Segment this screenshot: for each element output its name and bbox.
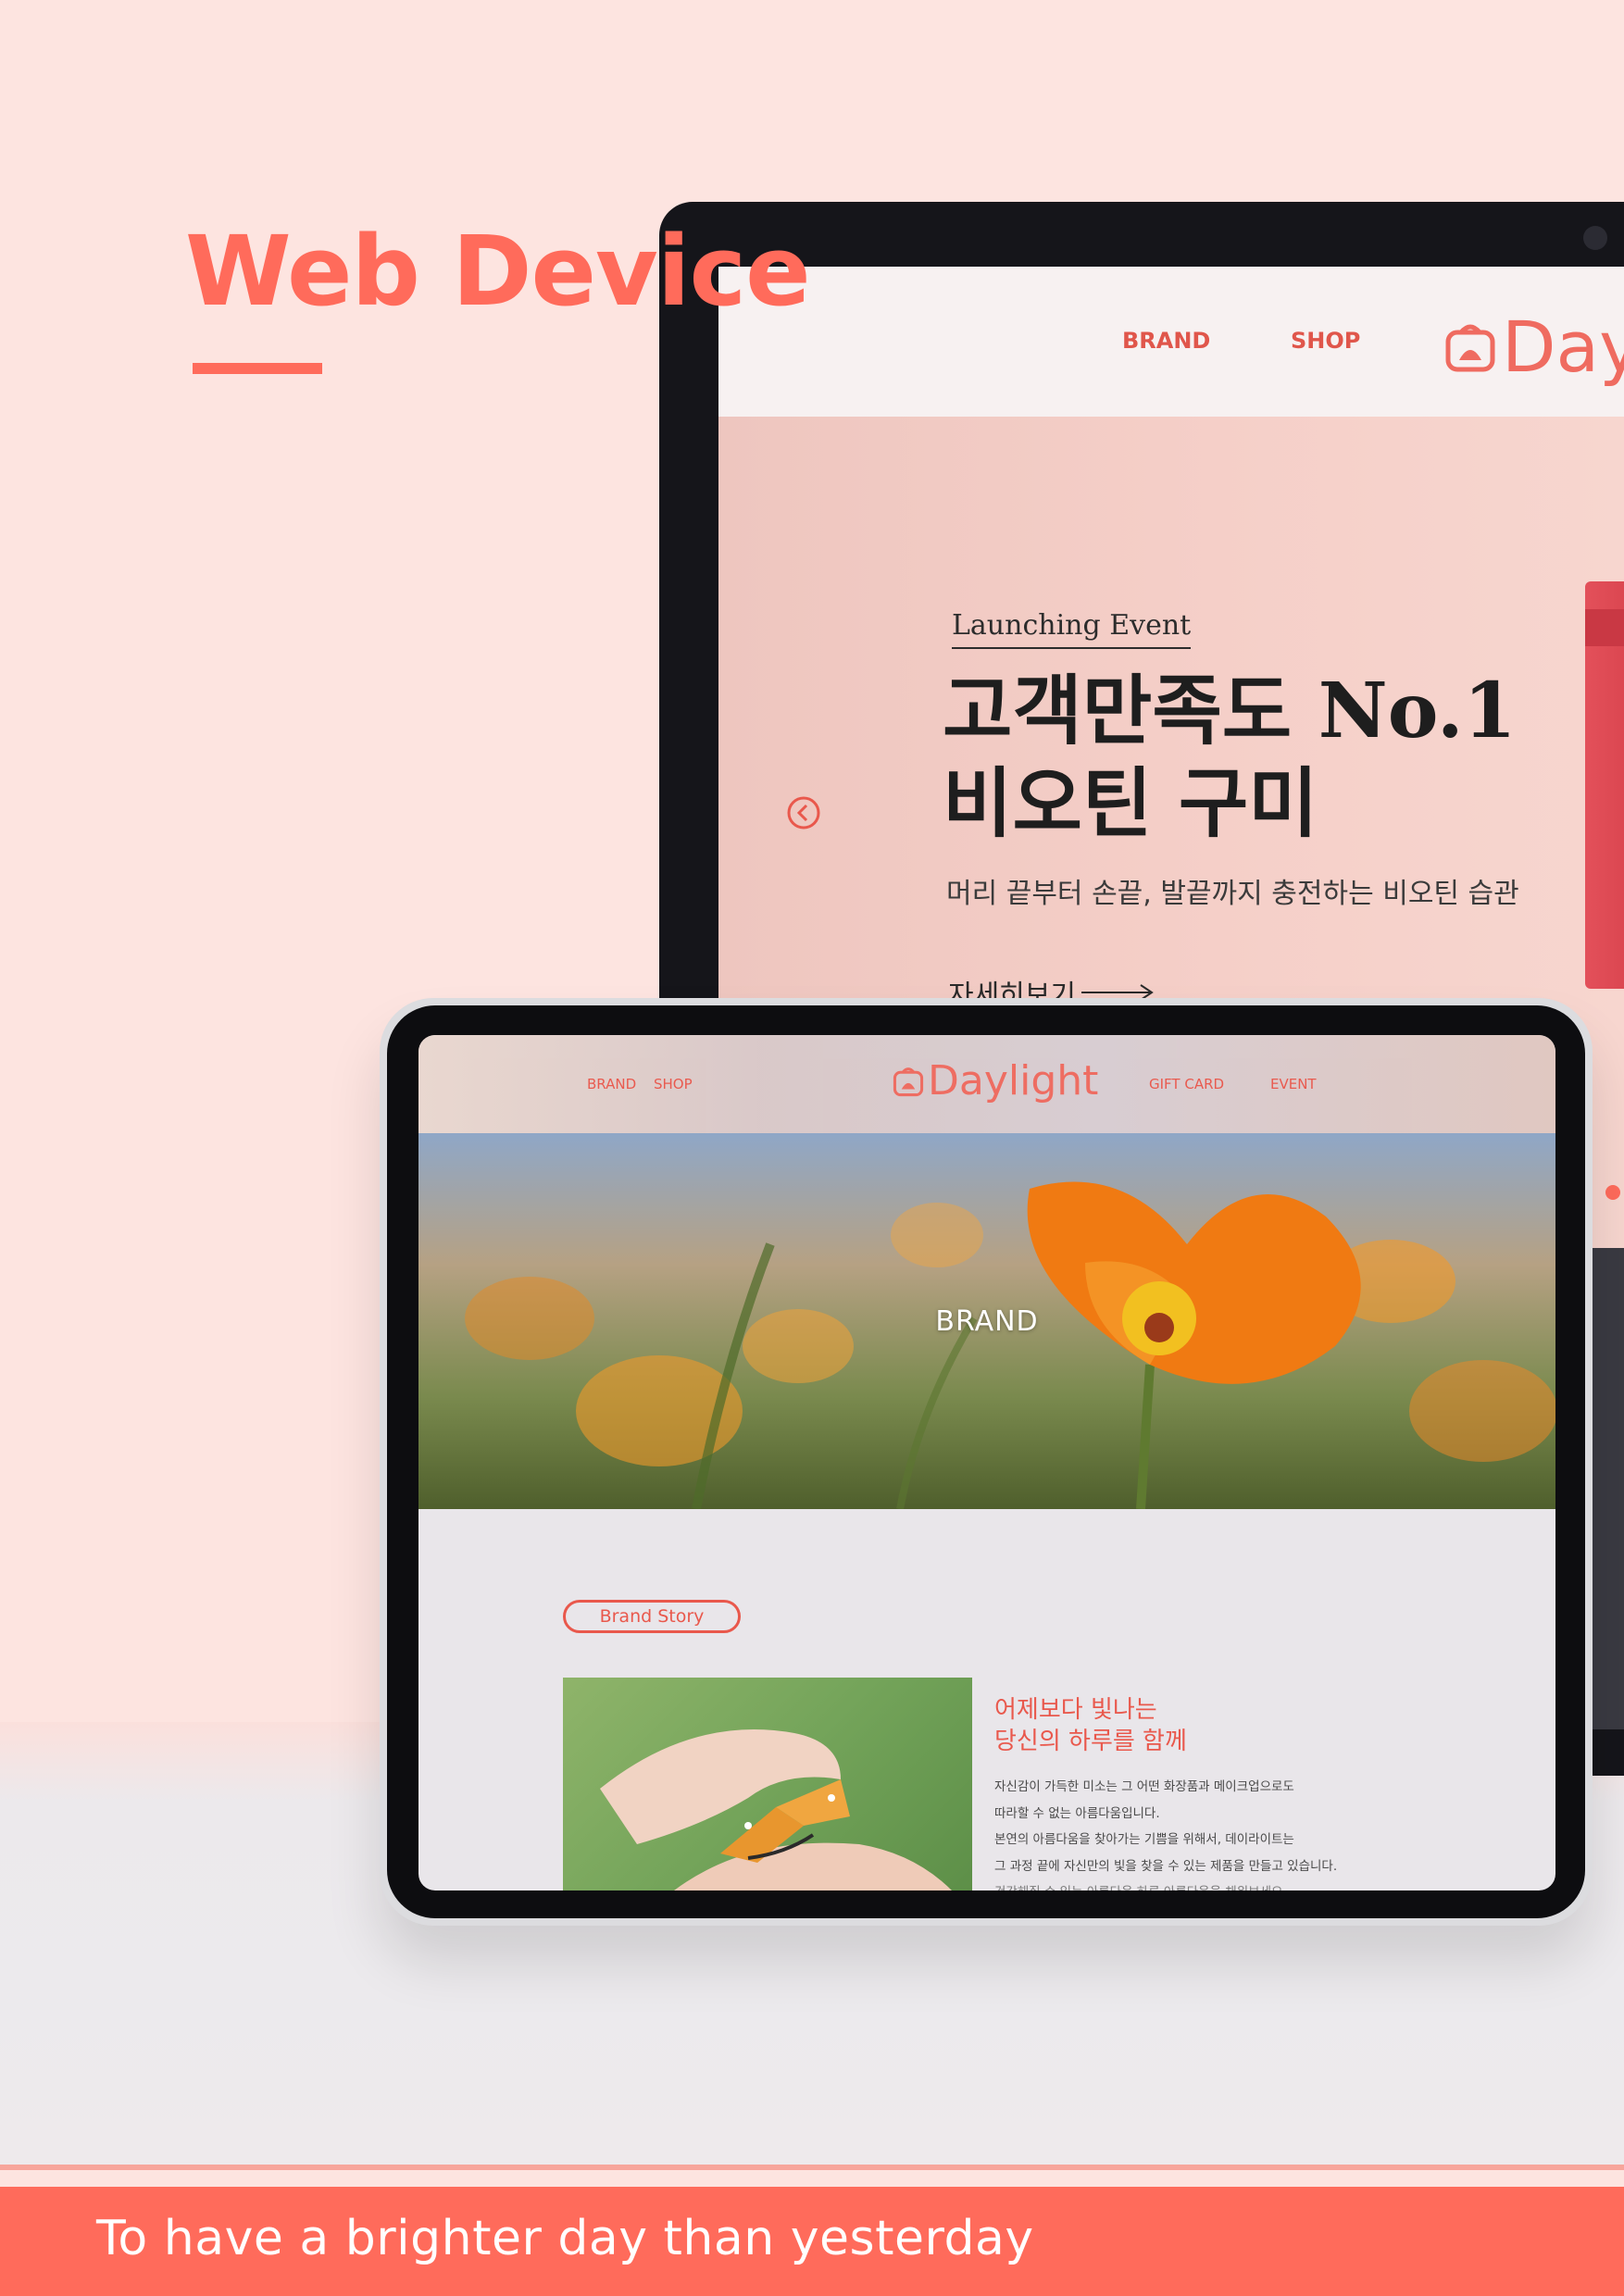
brand-hero-image: BRAND xyxy=(418,1133,1555,1509)
nav-link-shop[interactable]: SHOP xyxy=(1291,328,1360,354)
story-body-line: 자신감이 가득한 미소는 그 어떤 화장품과 메이크업으로도 xyxy=(994,1779,1294,1794)
nav-link-brand[interactable]: BRAND xyxy=(587,1076,636,1092)
product-box-band xyxy=(1585,609,1624,646)
brand-story-badge: Brand Story xyxy=(563,1600,741,1633)
tablet-nav: BRAND SHOP Daylight GIFT CARD EVENT xyxy=(418,1035,1555,1133)
event-label: Launching Event xyxy=(952,609,1192,649)
butterfly-photo xyxy=(563,1678,972,1890)
nav-link-event[interactable]: EVENT xyxy=(1270,1076,1317,1092)
site-logo[interactable]: Dayl xyxy=(1444,306,1624,388)
tablet-screen: BRAND BRAND SHOP Daylight GIFT CARD EVEN… xyxy=(418,1035,1555,1890)
page-title: Web Device xyxy=(185,215,811,328)
hero-subtext: 머리 끝부터 손끝, 발끝까지 충전하는 비오틴 습관 xyxy=(946,878,1519,910)
camera-icon xyxy=(1583,226,1607,250)
story-body: 자신감이 가득한 미소는 그 어떤 화장품과 메이크업으로도 따라할 수 없는 … xyxy=(994,1774,1337,1890)
hero-headline-line2: 비오틴 구미 xyxy=(943,759,1318,848)
story-title-line1: 어제보다 빛나는 xyxy=(994,1696,1157,1724)
tagline: To have a brighter day than yesterday xyxy=(96,2211,1034,2266)
logo-text: Daylight xyxy=(928,1057,1099,1104)
story-title: 어제보다 빛나는 당신의 하루를 함께 xyxy=(994,1694,1187,1757)
logo-bag-icon xyxy=(893,1067,924,1096)
slide-indicator-dot[interactable] xyxy=(1605,1185,1620,1200)
nav-link-gift-card[interactable]: GIFT CARD xyxy=(1149,1076,1224,1092)
story-body-line: 그 과정 끝에 자신만의 빛을 찾을 수 있는 제품을 만들고 있습니다. xyxy=(994,1858,1338,1874)
hero-title: BRAND xyxy=(935,1305,1039,1338)
story-title-line2: 당신의 하루를 함께 xyxy=(994,1728,1187,1755)
logo-text: Dayl xyxy=(1502,306,1624,388)
site-logo[interactable]: Daylight xyxy=(893,1057,1098,1104)
title-underline xyxy=(193,363,322,374)
hero-headline-line1: 고객만족도 No.1 xyxy=(943,667,1517,755)
monitor-nav: BRAND SHOP Dayl xyxy=(718,267,1624,417)
floor-divider xyxy=(0,2165,1624,2170)
story-body-line: 따라할 수 없는 아름다움입니다. xyxy=(994,1805,1160,1821)
nav-link-shop[interactable]: SHOP xyxy=(654,1076,693,1092)
chevron-left-circle-icon[interactable] xyxy=(785,794,822,831)
story-body-line: 본연의 아름다움을 찾아가는 기쁨을 위해서, 데이라이트는 xyxy=(994,1832,1294,1847)
nav-link-brand[interactable]: BRAND xyxy=(1122,328,1210,354)
story-body-line: 건강해질 수 있는 아름다움 하루 아름다움을 채워보세요. xyxy=(994,1879,1337,1890)
logo-bag-icon xyxy=(1445,324,1495,371)
hero-headline: 고객만족도 No.1 비오틴 구미 xyxy=(943,665,1517,850)
